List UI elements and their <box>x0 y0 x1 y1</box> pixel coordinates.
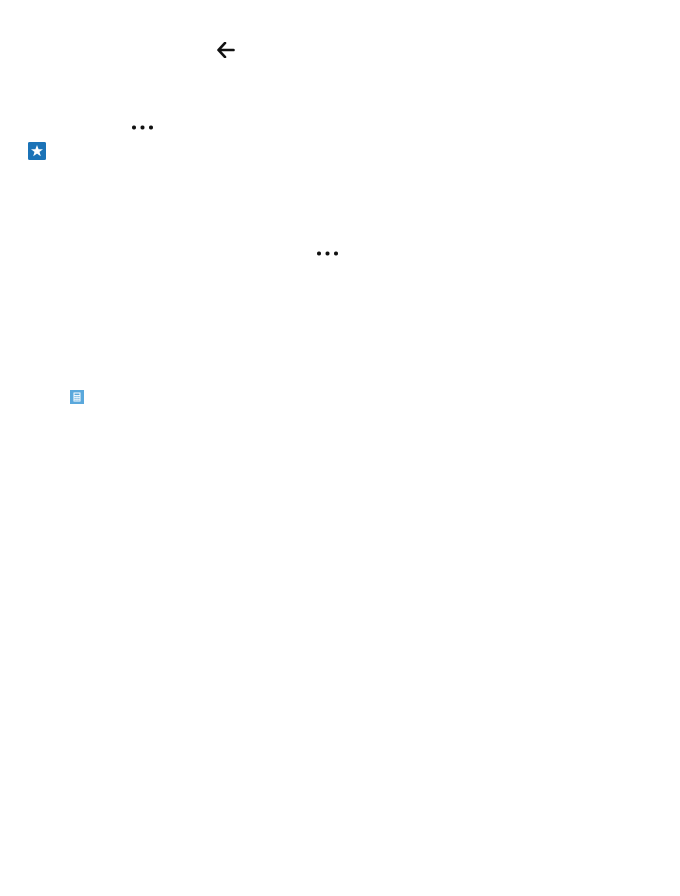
more-ellipsis-icon[interactable] <box>131 124 155 131</box>
star-icon[interactable] <box>28 142 46 160</box>
calculator-icon[interactable] <box>70 390 84 404</box>
more-ellipsis-icon-secondary[interactable] <box>316 250 340 257</box>
back-arrow-icon[interactable] <box>217 42 235 58</box>
